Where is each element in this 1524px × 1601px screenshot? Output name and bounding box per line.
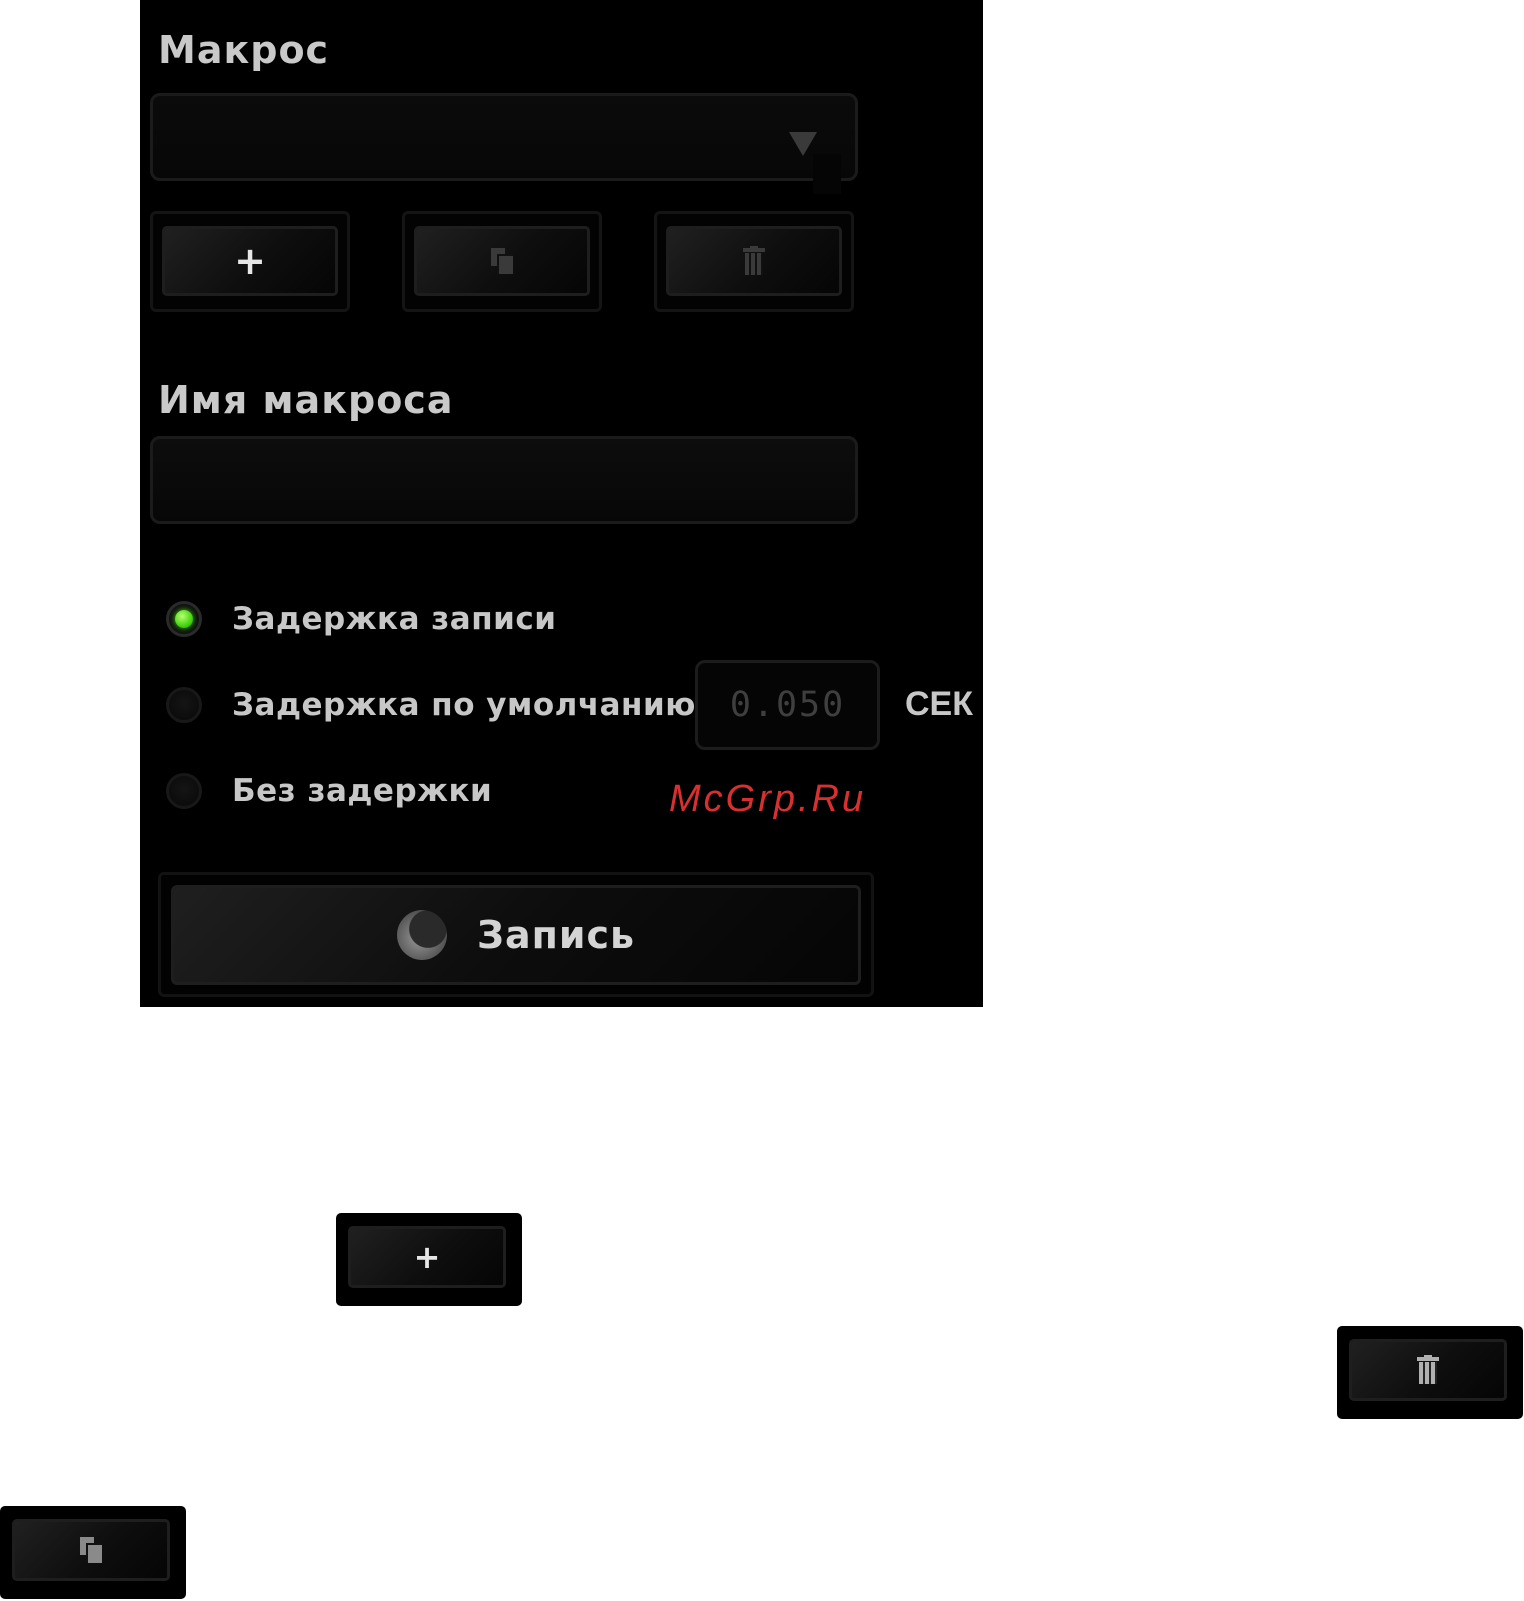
copy-macro-button-frame bbox=[402, 211, 602, 312]
delay-option-label: Задержка записи bbox=[232, 601, 557, 637]
delete-macro-button-frame bbox=[654, 211, 854, 312]
add-macro-button[interactable]: + bbox=[162, 226, 338, 296]
macro-panel: Макрос + Имя макроса Задержка записи Зад… bbox=[140, 0, 983, 1007]
watermark-text: McGrp.Ru bbox=[669, 778, 867, 820]
plus-icon: + bbox=[234, 239, 266, 283]
trash-icon bbox=[743, 246, 765, 276]
radio-default-delay[interactable] bbox=[166, 687, 202, 723]
dropdown-arrow-icon[interactable] bbox=[789, 132, 817, 156]
delay-option-label: Без задержки bbox=[232, 773, 493, 809]
macro-section-label: Макрос bbox=[158, 28, 330, 72]
record-button-frame: Запись bbox=[158, 872, 874, 997]
delay-option-record[interactable]: Задержка записи bbox=[166, 597, 556, 641]
delay-option-default[interactable]: Задержка по умолчанию bbox=[166, 683, 696, 727]
delete-macro-button[interactable] bbox=[666, 226, 842, 296]
record-button-label: Запись bbox=[476, 913, 636, 957]
radio-record-delay[interactable] bbox=[166, 601, 202, 637]
macro-name-label: Имя макроса bbox=[158, 378, 454, 422]
add-button-illustration: + bbox=[336, 1213, 522, 1306]
copy-button-illustration bbox=[0, 1506, 186, 1599]
trash-icon bbox=[1417, 1355, 1439, 1385]
macro-name-input[interactable] bbox=[150, 436, 858, 524]
copy-macro-button[interactable] bbox=[414, 226, 590, 296]
default-delay-input[interactable]: 0.050 bbox=[695, 660, 880, 750]
delay-unit-label: СЕК bbox=[905, 685, 973, 723]
record-button[interactable]: Запись bbox=[171, 885, 861, 985]
delay-option-none[interactable]: Без задержки bbox=[166, 769, 492, 813]
dropdown-notch bbox=[813, 154, 841, 194]
copy-icon bbox=[80, 1537, 102, 1563]
radio-no-delay[interactable] bbox=[166, 773, 202, 809]
macro-select-dropdown[interactable] bbox=[150, 93, 858, 194]
delete-macro-button[interactable] bbox=[1349, 1339, 1507, 1401]
delete-button-illustration bbox=[1337, 1326, 1523, 1419]
add-macro-button-frame: + bbox=[150, 211, 350, 312]
plus-icon: + bbox=[413, 1238, 441, 1276]
delay-option-label: Задержка по умолчанию bbox=[232, 687, 696, 723]
copy-macro-button[interactable] bbox=[12, 1519, 170, 1581]
record-icon bbox=[396, 910, 447, 960]
copy-icon bbox=[491, 248, 513, 274]
add-macro-button[interactable]: + bbox=[348, 1226, 506, 1288]
